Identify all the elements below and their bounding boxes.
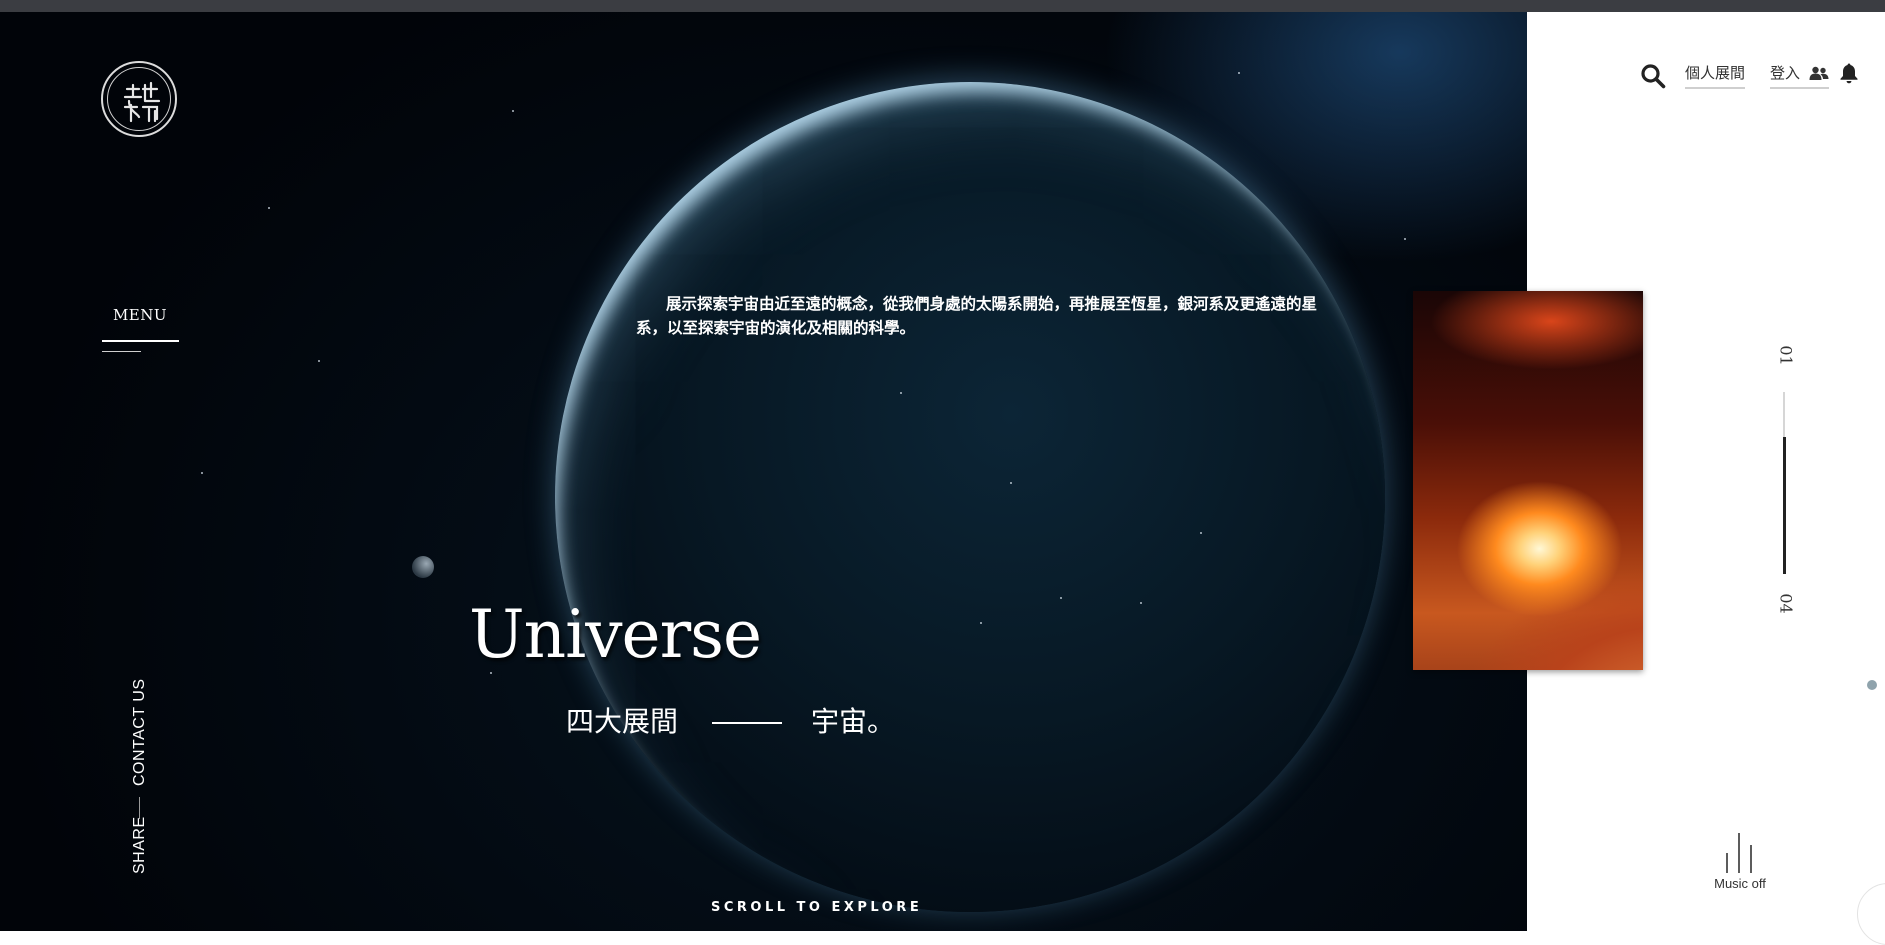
pager-progress: [1783, 437, 1786, 574]
menu-underline: [102, 340, 179, 342]
star: [268, 207, 270, 209]
menu-underline-short: [102, 351, 141, 352]
moon-image: [412, 556, 434, 578]
login-label: 登入: [1770, 64, 1801, 82]
star: [1238, 72, 1240, 74]
personal-exhibition-link[interactable]: 個人展間: [1685, 62, 1746, 89]
star: [1060, 597, 1062, 599]
star: [1200, 532, 1202, 534]
users-icon: [1809, 66, 1829, 80]
star: [980, 622, 982, 624]
exhibition-thumbnail[interactable]: [1413, 291, 1643, 670]
share-link[interactable]: SHARE: [131, 816, 149, 874]
side-dot[interactable]: [1867, 680, 1877, 690]
hero-subtitle-right: 宇宙。: [811, 705, 896, 738]
menu-button[interactable]: MENU: [102, 306, 178, 324]
subtitle-dash: [712, 722, 782, 724]
star: [1010, 482, 1012, 484]
hero-description: 展示探索宇宙由近至遠的概念，從我們身處的太陽系開始，再推展至恆星，銀河系及更遙遠…: [636, 294, 1318, 337]
star: [900, 392, 902, 394]
scroll-to-explore[interactable]: SCROLL TO EXPLORE: [711, 900, 922, 915]
bell-icon[interactable]: [1839, 62, 1859, 84]
star: [318, 360, 320, 362]
star: [1140, 602, 1142, 604]
hero-background: [0, 12, 1527, 931]
logo-icon[interactable]: [101, 61, 177, 137]
personal-exhibition-label: 個人展間: [1685, 64, 1746, 82]
star: [512, 110, 514, 112]
logo-glyph-icon: [123, 81, 161, 123]
hero-subtitle-left: 四大展間: [566, 705, 679, 738]
hero-title: Universe: [469, 596, 762, 673]
search-icon[interactable]: [1640, 63, 1666, 89]
pager-total: 04: [1776, 593, 1796, 614]
star: [1404, 238, 1406, 240]
music-bars-icon[interactable]: [1724, 833, 1754, 873]
pager-current: 01: [1776, 345, 1796, 366]
browser-top-bar: [0, 0, 1885, 12]
music-toggle-label[interactable]: Music off: [1700, 876, 1780, 891]
contact-us-link[interactable]: CONTACT US: [131, 678, 149, 786]
star: [201, 472, 203, 474]
login-link[interactable]: 登入: [1770, 62, 1829, 89]
planet-image: [555, 82, 1385, 912]
